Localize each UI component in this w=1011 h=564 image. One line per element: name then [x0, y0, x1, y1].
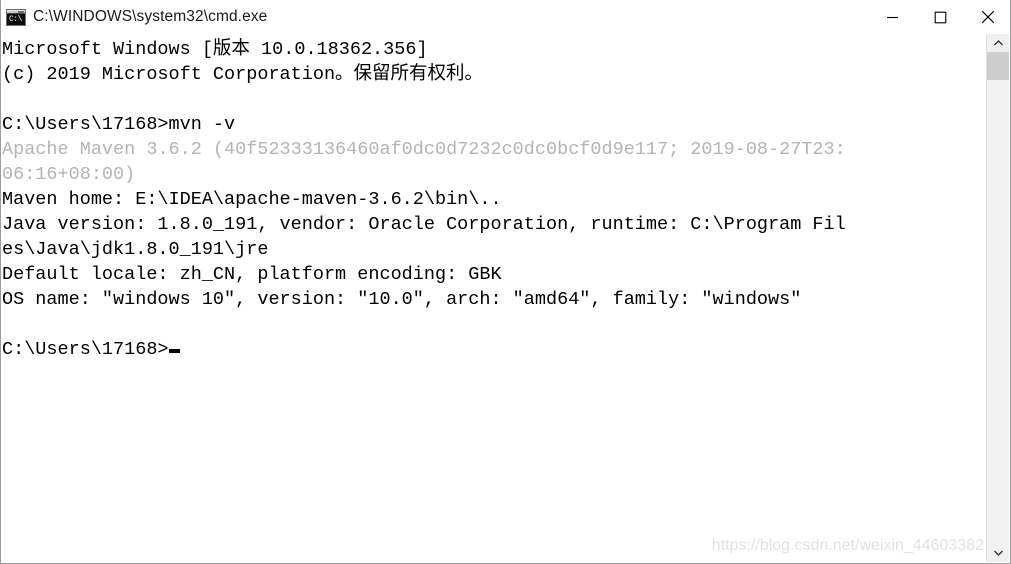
maximize-icon: [934, 11, 946, 23]
vertical-scrollbar[interactable]: [986, 34, 1009, 562]
console-line: Java version: 1.8.0_191, vendor: Oracle …: [1, 212, 988, 237]
console-line: Default locale: zh_CN, platform encoding…: [1, 262, 988, 287]
console-line: C:\Users\17168>: [1, 337, 988, 362]
text-cursor: [168, 349, 180, 353]
console-line-text: C:\Users\17168>mvn -v: [2, 114, 236, 135]
console-line-text: Apache Maven 3.6.2 (40f52333136460af0dc0…: [2, 139, 846, 160]
console-line-text: Maven home: E:\IDEA\apache-maven-3.6.2\b…: [2, 189, 502, 210]
console-line: C:\Users\17168>mvn -v: [1, 112, 988, 137]
console-line: (c) 2019 Microsoft Corporation。保留所有权利。: [1, 62, 988, 87]
console-line: Apache Maven 3.6.2 (40f52333136460af0dc0…: [1, 137, 988, 162]
console-text-area[interactable]: Microsoft Windows [版本 10.0.18362.356] (c)…: [1, 34, 988, 562]
window-controls: [868, 0, 1010, 34]
console-line: 06:16+08:00): [1, 162, 988, 187]
console-lines: Microsoft Windows [版本 10.0.18362.356] (c)…: [1, 37, 988, 362]
console-line: Microsoft Windows [版本 10.0.18362.356]: [1, 37, 988, 62]
chevron-down-icon: [993, 550, 1003, 557]
scroll-up-button[interactable]: [987, 34, 1009, 52]
title-bar[interactable]: C:\ C:\WINDOWS\system32\cmd.exe: [1, 0, 1010, 34]
console-line-text: Default locale: zh_CN, platform encoding…: [2, 264, 502, 285]
console-line: es\Java\jdk1.8.0_191\jre: [1, 237, 988, 262]
title-bar-left: C:\ C:\WINDOWS\system32\cmd.exe: [1, 8, 868, 26]
close-button[interactable]: [964, 0, 1010, 34]
console-line-text: C:\Users\17168>: [2, 339, 169, 360]
cmd-console-icon: C:\: [6, 8, 26, 26]
chevron-up-icon: [993, 39, 1003, 46]
window-title: C:\WINDOWS\system32\cmd.exe: [33, 8, 268, 25]
console-line: OS name: "windows 10", version: "10.0", …: [1, 287, 988, 312]
minimize-button[interactable]: [868, 0, 916, 34]
cmd-icon-titlebar: [7, 9, 25, 14]
cmd-window: C:\ C:\WINDOWS\system32\cmd.exe Microsof…: [0, 0, 1011, 564]
maximize-button[interactable]: [916, 0, 964, 34]
scroll-down-button[interactable]: [987, 544, 1009, 562]
console-line-text: (c) 2019 Microsoft Corporation。保留所有权利。: [2, 64, 484, 85]
console-line-text: es\Java\jdk1.8.0_191\jre: [2, 239, 269, 260]
cmd-icon-text: C:\: [9, 14, 22, 24]
console-line-text: Java version: 1.8.0_191, vendor: Oracle …: [2, 214, 846, 235]
console-line: Maven home: E:\IDEA\apache-maven-3.6.2\b…: [1, 187, 988, 212]
scrollbar-thumb[interactable]: [987, 52, 1009, 80]
console-line-text: OS name: "windows 10", version: "10.0", …: [2, 289, 802, 310]
console-line-text: 06:16+08:00): [2, 164, 136, 185]
minimize-icon: [886, 16, 898, 18]
close-icon: [981, 10, 995, 24]
console-line-text: Microsoft Windows [版本 10.0.18362.356]: [2, 39, 428, 60]
